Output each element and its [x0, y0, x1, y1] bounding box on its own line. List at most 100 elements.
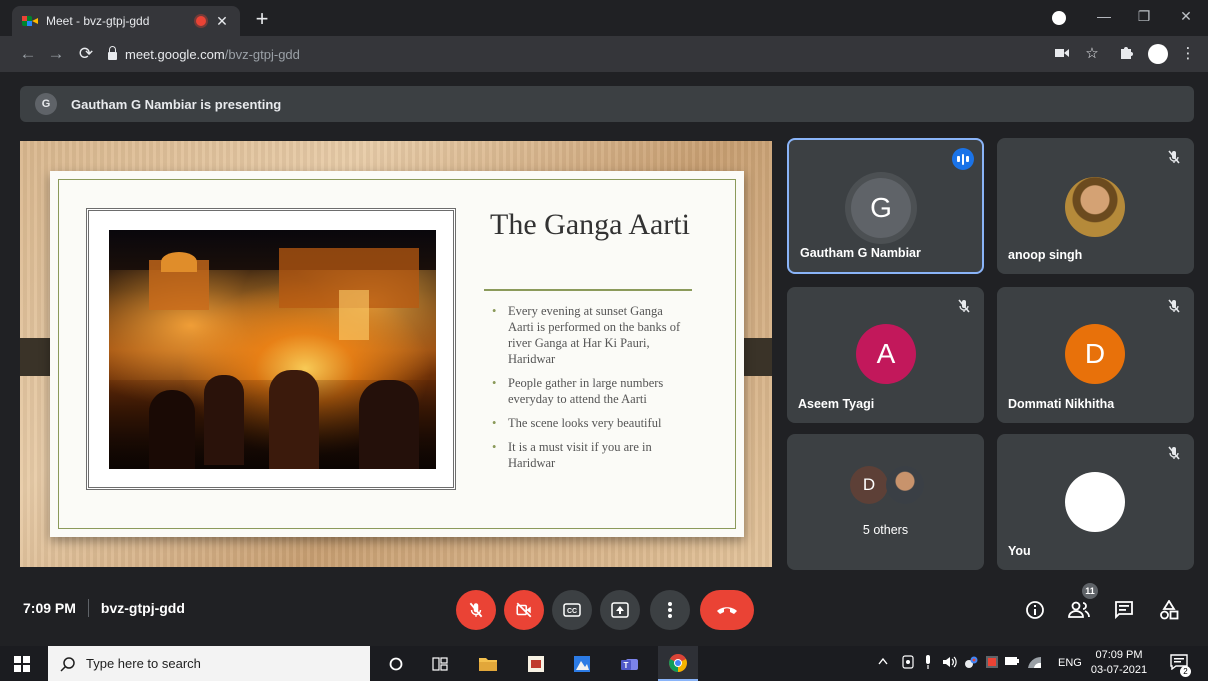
- battery-icon[interactable]: [1004, 656, 1020, 669]
- participant-name: anoop singh: [1008, 248, 1083, 262]
- taskbar-clock[interactable]: 07:09 PM 03-07-2021: [1086, 648, 1152, 678]
- cortana-circle-icon: [389, 657, 403, 670]
- tray-app-icon[interactable]: [902, 655, 914, 672]
- camera-off-icon: [516, 602, 532, 618]
- closed-captions-icon: CC: [563, 603, 581, 617]
- tray-overflow-icon[interactable]: [878, 656, 888, 668]
- search-icon: [60, 656, 75, 672]
- folder-icon: [479, 657, 497, 671]
- forward-button[interactable]: →: [44, 42, 68, 66]
- participant-avatar-small: D: [850, 466, 888, 504]
- slide-title-rule: [484, 289, 692, 291]
- presentation-slide: The Ganga Aarti Every evening at sunset …: [50, 171, 744, 537]
- teams-icon: T: [621, 658, 638, 670]
- participant-tile-you[interactable]: You: [997, 434, 1194, 570]
- people-icon: [1068, 601, 1090, 618]
- tab-title: Meet - bvz-gtpj-gdd: [46, 14, 150, 28]
- presenting-banner: G Gautham G Nambiar is presenting: [20, 86, 1194, 122]
- participant-name: 5 others: [862, 523, 909, 537]
- divider: [87, 599, 89, 617]
- present-screen-icon: [611, 602, 629, 618]
- extensions-icon[interactable]: [1116, 44, 1136, 64]
- restore-button[interactable]: ❐: [1134, 8, 1154, 25]
- browser-menu-icon[interactable]: ⋮: [1178, 44, 1198, 64]
- participant-tile-aseem[interactable]: A Aseem Tyagi: [787, 287, 984, 423]
- microphone-toggle-button[interactable]: [456, 590, 496, 630]
- lock-icon: [108, 46, 117, 60]
- slide-photo-frame: [86, 208, 456, 490]
- meeting-time: 7:09 PM: [23, 600, 76, 616]
- search-placeholder: Type here to search: [86, 656, 201, 671]
- camera-in-use-icon[interactable]: [1052, 44, 1072, 64]
- leave-call-button[interactable]: [700, 590, 754, 630]
- profile-avatar-button[interactable]: [1148, 44, 1168, 64]
- chrome-app-button[interactable]: [658, 646, 698, 681]
- tab-close-icon[interactable]: ✕: [214, 13, 230, 30]
- more-options-button[interactable]: [650, 590, 690, 630]
- present-now-button[interactable]: [600, 590, 640, 630]
- participant-name: Gautham G Nambiar: [800, 246, 921, 260]
- participant-tile-dommati[interactable]: D Dommati Nikhitha: [997, 287, 1194, 423]
- notification-count-badge: 2: [1180, 666, 1191, 677]
- participant-name: Dommati Nikhitha: [1008, 397, 1115, 411]
- chat-button[interactable]: [1110, 596, 1138, 624]
- windows-start-icon[interactable]: [14, 656, 30, 672]
- participant-tile-others[interactable]: D 5 others: [787, 434, 984, 570]
- tray-app-icon-2[interactable]: [986, 656, 998, 671]
- app-tile-icon: [528, 655, 544, 672]
- camera-toggle-button[interactable]: [504, 590, 544, 630]
- activities-shapes-icon: [1160, 600, 1179, 620]
- participant-tile-gautham[interactable]: G Gautham G Nambiar: [787, 138, 984, 274]
- profile-indicator-icon[interactable]: [1052, 11, 1066, 25]
- url-path: /bvz-gtpj-gdd: [224, 46, 300, 62]
- presenter-avatar: G: [35, 93, 57, 115]
- participant-name: Aseem Tyagi: [798, 397, 875, 411]
- close-window-button[interactable]: ✕: [1176, 8, 1196, 25]
- slide-bullet: Every evening at sunset Ganga Aarti is p…: [490, 303, 690, 367]
- reload-button[interactable]: ⟳: [74, 42, 98, 66]
- participant-tile-anoop[interactable]: anoop singh: [997, 138, 1194, 274]
- minimize-button[interactable]: —: [1094, 8, 1114, 24]
- shared-screen: The Ganga Aarti Every evening at sunset …: [20, 141, 772, 567]
- browser-tab-meet[interactable]: Meet - bvz-gtpj-gdd ✕: [12, 6, 240, 36]
- recording-indicator-icon: [196, 16, 206, 26]
- clock-time: 07:09 PM: [1095, 649, 1143, 661]
- task-view-icon: [432, 656, 448, 671]
- meeting-controls-bar: 7:09 PM bvz-gtpj-gdd CC: [0, 580, 1208, 640]
- tray-microphone-icon[interactable]: [924, 654, 932, 673]
- info-icon: [1026, 601, 1044, 619]
- address-bar[interactable]: meet.google.com/bvz-gtpj-gdd: [108, 41, 1142, 67]
- mic-off-icon: [958, 299, 970, 313]
- task-view-button[interactable]: [420, 646, 460, 681]
- meeting-info-button[interactable]: [1021, 596, 1049, 624]
- cortana-button[interactable]: [376, 646, 416, 681]
- participant-name: You: [1008, 544, 1031, 558]
- participant-photo-avatar: [1065, 177, 1125, 237]
- activities-button[interactable]: [1155, 596, 1183, 624]
- taskbar-search-box[interactable]: Type here to search: [48, 646, 370, 681]
- teams-app-button[interactable]: T: [610, 646, 650, 681]
- google-meet-icon: [22, 14, 38, 28]
- input-language[interactable]: ENG: [1058, 657, 1082, 669]
- participant-avatar: D: [1065, 324, 1125, 384]
- slide-bullets: Every evening at sunset Ganga Aarti is p…: [490, 303, 690, 479]
- file-explorer-button[interactable]: [468, 646, 508, 681]
- svg-text:T: T: [624, 661, 629, 670]
- bookmark-star-icon[interactable]: ☆: [1082, 44, 1102, 64]
- photo-app-icon: [574, 655, 590, 672]
- new-tab-button[interactable]: +: [250, 7, 274, 31]
- self-avatar: [1065, 472, 1125, 532]
- wifi-icon[interactable]: [1026, 655, 1042, 672]
- captions-button[interactable]: CC: [552, 590, 592, 630]
- participant-avatar: A: [856, 324, 916, 384]
- photo-app-button[interactable]: [562, 646, 602, 681]
- mic-off-icon: [1168, 299, 1180, 313]
- calculator-app-button[interactable]: [516, 646, 556, 681]
- browser-toolbar: ← → ⟳ meet.google.com/bvz-gtpj-gdd ☆ ⋮: [0, 36, 1208, 72]
- participant-avatar: G: [851, 178, 911, 238]
- volume-icon[interactable]: [942, 655, 958, 672]
- mic-off-icon: [1168, 150, 1180, 164]
- tray-network-app-icon[interactable]: [964, 655, 978, 672]
- mic-off-icon: [1168, 446, 1180, 460]
- back-button[interactable]: ←: [16, 42, 40, 66]
